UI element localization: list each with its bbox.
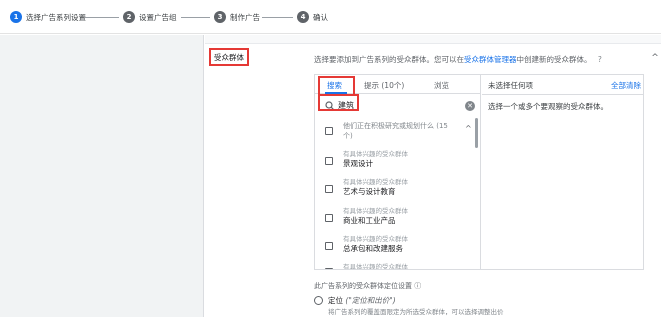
step-1[interactable]: 1 选择广告系列设置 (10, 10, 86, 24)
list-item[interactable]: 有具体兴趣的受众群体 总承包和改建服务 (315, 232, 473, 260)
step-connector (262, 17, 293, 18)
clear-all-link[interactable]: 全部清除 (611, 80, 641, 91)
step-connector (85, 17, 119, 18)
left-column (0, 35, 204, 317)
item-checkbox[interactable] (325, 214, 333, 222)
step-label-4: 确认 (313, 12, 328, 22)
option-hint-text: ("定位和出价") (345, 296, 396, 305)
section-label-text: 受众群体 (214, 52, 244, 62)
targeting-radio[interactable] (314, 296, 323, 305)
targeting-settings-title: 此广告系列的受众群体定位设置 ⓘ (314, 282, 422, 290)
audience-manager-link[interactable]: 受众群体管理器 (464, 55, 517, 64)
progress-stepper: 1 选择广告系列设置 2 设置广告组 3 制作广告 4 确认 (0, 0, 661, 34)
audience-results-list: 他们正在积极研究或规划什么 (15 个) ^ 有具体兴趣的受众群体 景观设计 有… (315, 118, 480, 269)
step-number-3: 3 (214, 11, 226, 23)
item-name: 商业和工业产品 (343, 216, 396, 225)
section-description: 选择要添加到广告系列的受众群体。您可以在受众群体管理器中创建新的受众群体。 ? (314, 54, 602, 65)
group-title-line2: 个) (343, 132, 353, 140)
results-scrollbar[interactable] (475, 118, 478, 148)
step-label-1: 选择广告系列设置 (26, 12, 86, 22)
step-4[interactable]: 4 确认 (297, 10, 328, 24)
item-name: 总承包和改建服务 (343, 244, 403, 253)
selected-audiences: 未选择任何项 全部清除 选择一个或多个要观察的受众群体。 (482, 75, 643, 269)
item-category: 有具体兴趣的受众群体 (343, 207, 408, 215)
item-checkbox[interactable] (325, 242, 333, 250)
step-label-2: 设置广告组 (139, 12, 177, 22)
item-category: 有具体兴趣的受众群体 (343, 263, 408, 269)
group-checkbox[interactable] (325, 127, 333, 135)
step-label-3: 制作广告 (230, 12, 260, 22)
item-checkbox[interactable] (325, 157, 333, 165)
list-item[interactable]: 有具体兴趣的受众群体 (315, 260, 473, 269)
step-connector (181, 17, 210, 18)
clear-search-icon[interactable]: ✕ (465, 101, 475, 111)
step-number-2: 2 (123, 11, 135, 23)
item-name: 艺术与设计教育 (343, 187, 396, 196)
step-2[interactable]: 2 设置广告组 (123, 10, 177, 24)
chevron-up-icon[interactable]: ^ (649, 52, 661, 64)
item-category: 有具体兴趣的受众群体 (343, 178, 408, 186)
step-number-1: 1 (10, 11, 22, 23)
chevron-up-icon[interactable]: ^ (465, 124, 472, 133)
highlight-search-query (318, 94, 359, 111)
list-item[interactable]: 有具体兴趣的受众群体 商业和工业产品 (315, 204, 473, 232)
section-divider (205, 35, 661, 44)
list-item[interactable]: 有具体兴趣的受众群体 景观设计 (315, 146, 473, 174)
highlight-search-tab (318, 76, 355, 96)
selected-empty-text: 选择一个或多个要观察的受众群体。 (488, 102, 608, 111)
item-category: 有具体兴趣的受众群体 (343, 150, 408, 158)
item-name: 景观设计 (343, 159, 373, 168)
description-text-end: 中创建新的受众群体。 (516, 55, 592, 64)
selected-header: 未选择任何项 (488, 81, 533, 90)
list-item[interactable]: 有具体兴趣的受众群体 艺术与设计教育 (315, 175, 473, 203)
item-checkbox[interactable] (325, 268, 333, 269)
description-text: 选择要添加到广告系列的受众群体。您可以在 (314, 55, 464, 64)
divider (482, 94, 643, 95)
item-category: 有具体兴趣的受众群体 (343, 235, 408, 243)
step-3[interactable]: 3 制作广告 (214, 10, 260, 24)
audience-picker-panel: 搜索 提示 (10个) 浏览 建筑 ✕ 他们正在积极研究或规划什么 (15 个)… (314, 74, 644, 270)
tab-browse[interactable]: 浏览 (434, 80, 449, 91)
audience-section-label: 受众群体 (209, 48, 249, 66)
step-number-4: 4 (297, 11, 309, 23)
help-icon[interactable]: ? (598, 55, 602, 64)
targeting-option-label[interactable]: 定位 ("定位和出价") (328, 295, 396, 306)
targeting-option-description: 将广告系列的覆盖面限定为所选受众群体，可以选择调整出价 (328, 308, 504, 316)
item-checkbox[interactable] (325, 185, 333, 193)
list-group-header[interactable]: 他们正在积极研究或规划什么 (15 个) ^ (315, 118, 473, 142)
group-title-line1: 他们正在积极研究或规划什么 (15 (343, 122, 448, 130)
tab-suggestions[interactable]: 提示 (10个) (364, 80, 404, 91)
option-label-text: 定位 (328, 296, 343, 305)
